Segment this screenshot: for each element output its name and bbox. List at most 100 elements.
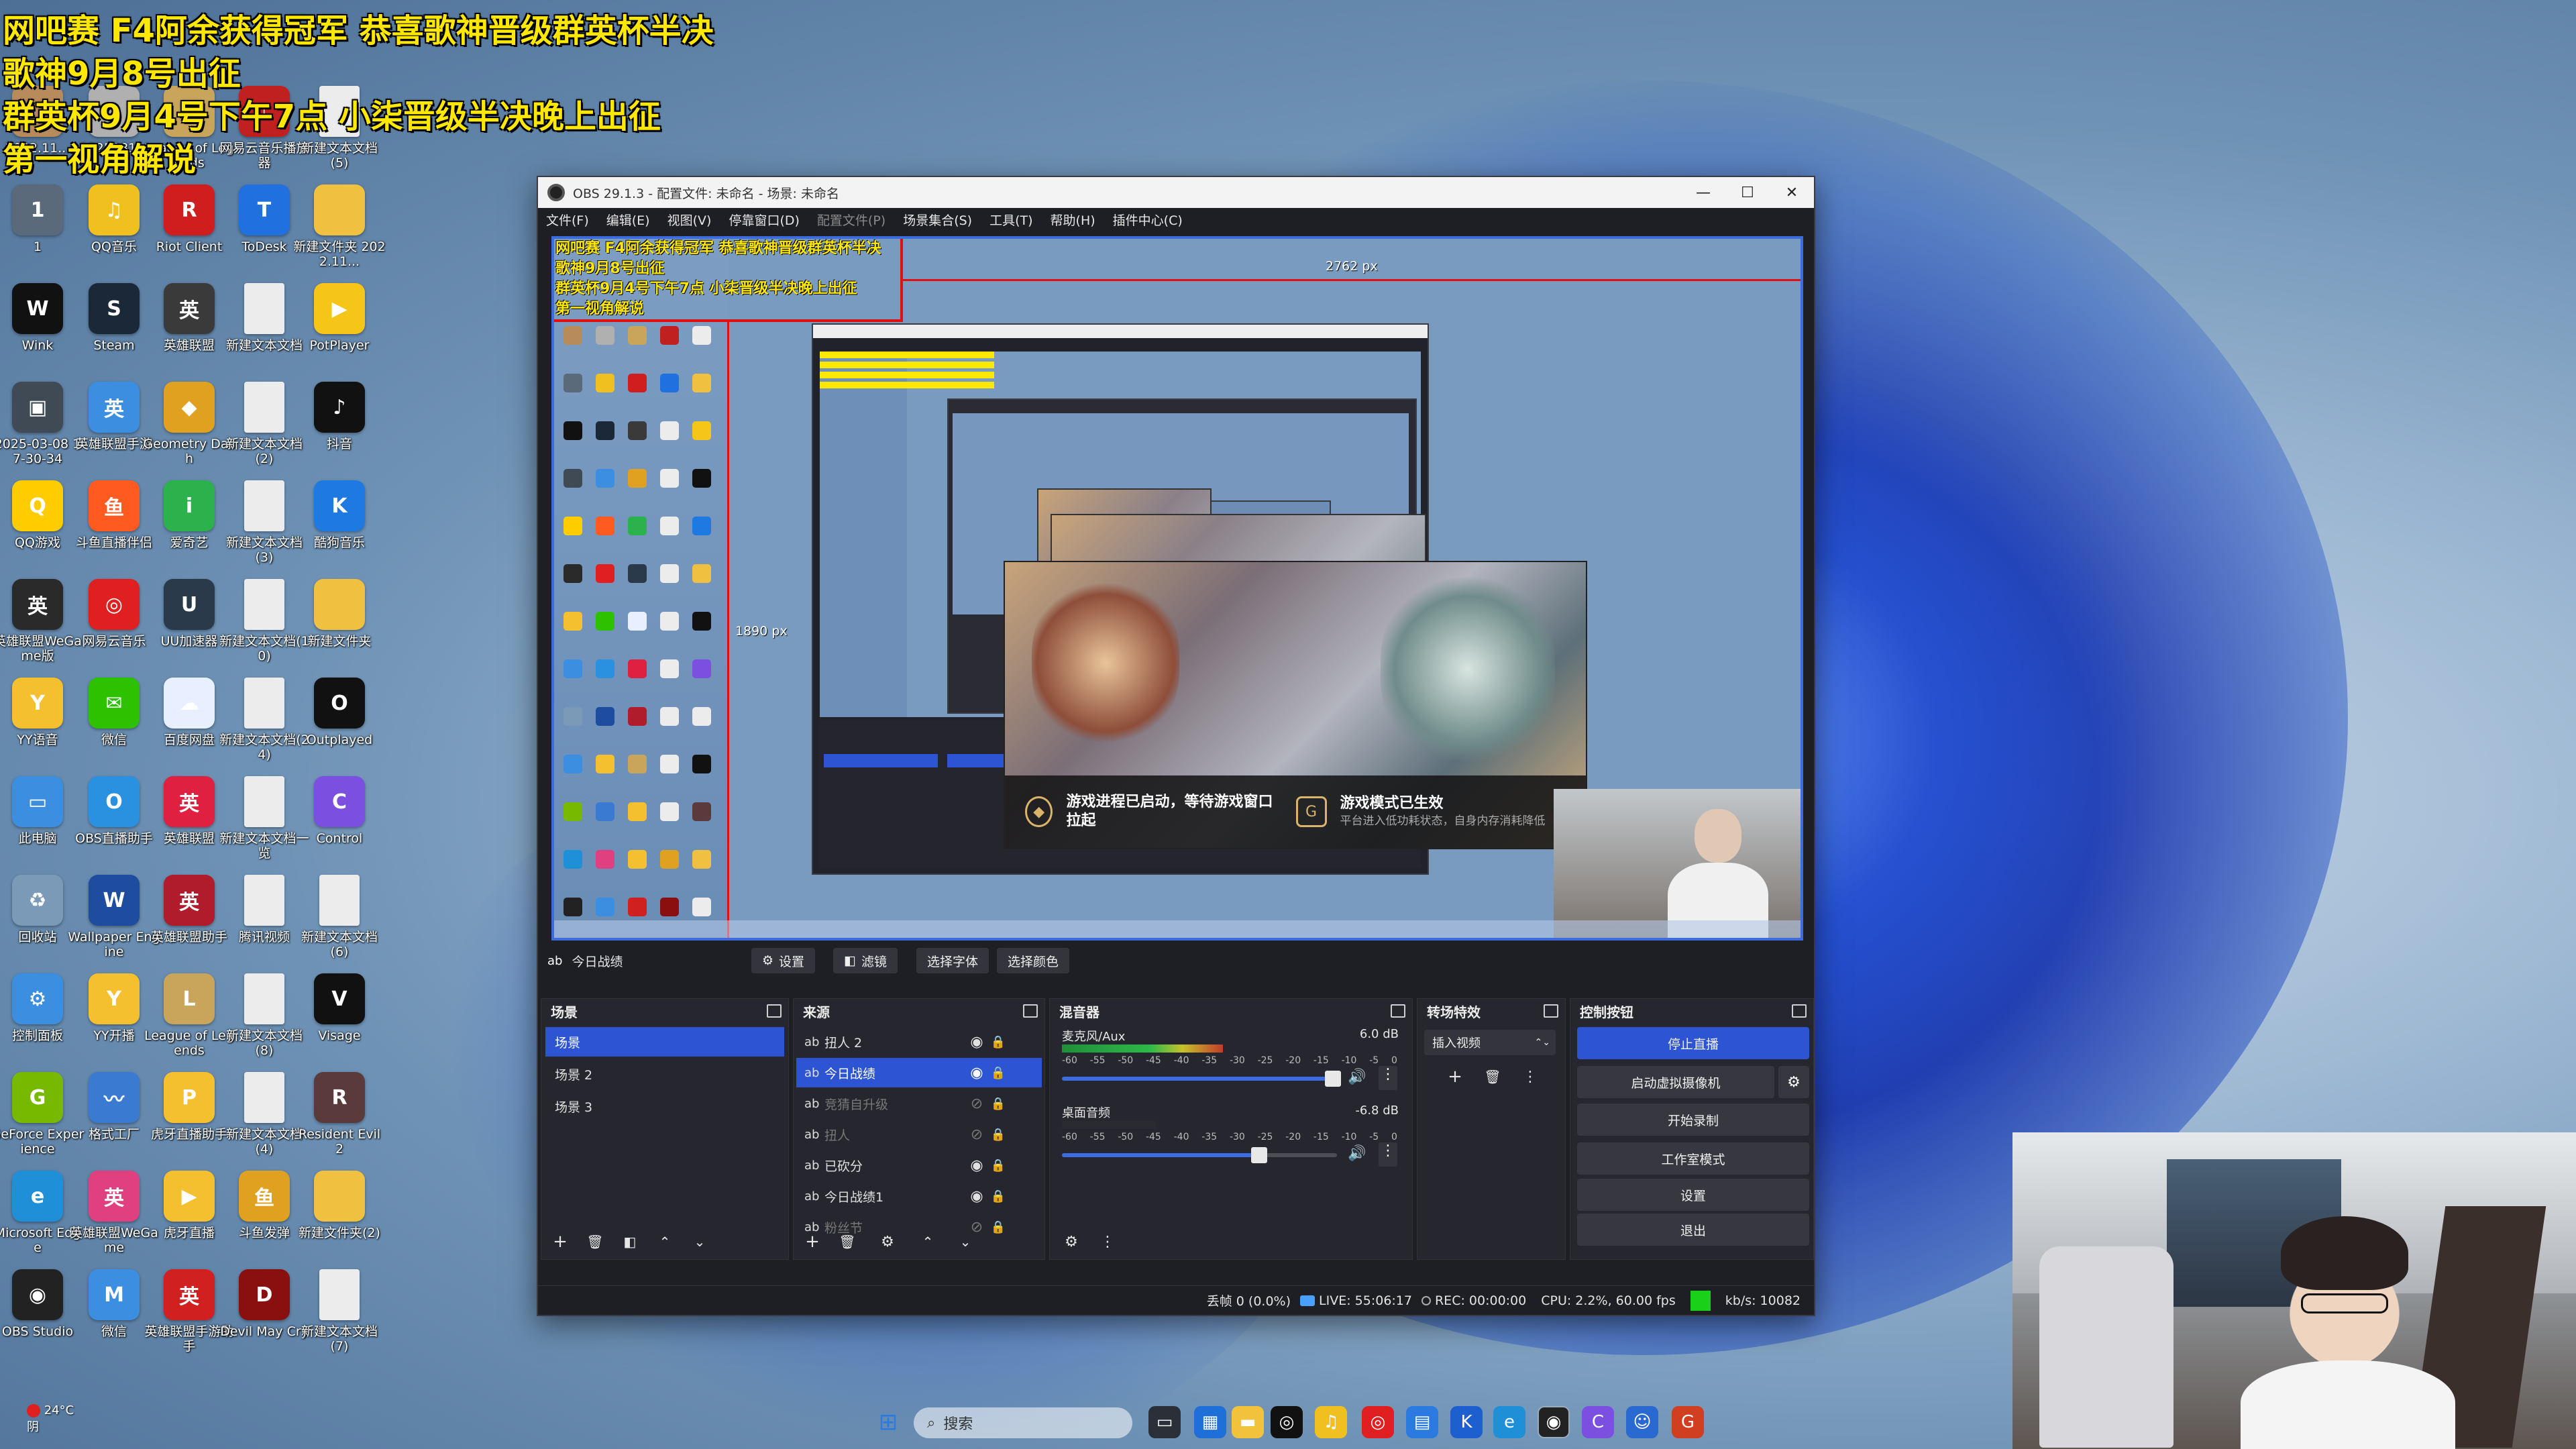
- task-view-icon[interactable]: ▭: [1148, 1406, 1181, 1438]
- select-color-button[interactable]: 选择颜色: [997, 948, 1070, 973]
- source-item[interactable]: ab 扭人 ⊘ 🔒: [796, 1120, 1042, 1149]
- desktop-icon[interactable]: 新建文件夹: [292, 579, 386, 673]
- source-item[interactable]: ab 竞猜自升级 ⊘ 🔒: [796, 1089, 1042, 1118]
- remove-scene-button[interactable]: 🗑: [582, 1228, 608, 1255]
- menu-item[interactable]: 配置文件(P): [817, 211, 885, 229]
- add-transition-button[interactable]: +: [1442, 1063, 1468, 1090]
- stop-streaming-button[interactable]: 停止直播: [1577, 1027, 1809, 1059]
- source-item[interactable]: ab 扭人 2 ◉ 🔒: [796, 1027, 1042, 1057]
- move-source-down-button[interactable]: ⌄: [952, 1228, 979, 1255]
- exit-button[interactable]: 退出: [1577, 1214, 1809, 1246]
- menu-item[interactable]: 工具(T): [989, 211, 1032, 229]
- edge-icon[interactable]: e: [1493, 1406, 1525, 1438]
- hidden-eye-icon[interactable]: ⊘: [965, 1126, 988, 1143]
- desktop-icon[interactable]: V Visage: [292, 973, 386, 1067]
- mic-volume-slider[interactable]: [1062, 1071, 1341, 1087]
- add-scene-button[interactable]: +: [547, 1228, 574, 1255]
- remove-source-button[interactable]: 🗑: [834, 1228, 861, 1255]
- kugou-icon[interactable]: K: [1450, 1406, 1483, 1438]
- desktop-icon[interactable]: ▶ PotPlayer: [292, 283, 386, 377]
- visibility-eye-icon[interactable]: ◉: [965, 1188, 988, 1205]
- desktop-slider-knob[interactable]: [1251, 1147, 1267, 1163]
- source-filters-button[interactable]: ◧ 滤镜: [833, 948, 898, 973]
- desktop-icon[interactable]: 新建文件夹(2): [292, 1171, 386, 1265]
- obs-taskbar-icon[interactable]: ◉: [1538, 1406, 1570, 1438]
- lock-icon[interactable]: 🔒: [988, 1097, 1008, 1111]
- scene-item[interactable]: 场景 3: [545, 1091, 784, 1121]
- dock-undock-icon[interactable]: [767, 1004, 782, 1018]
- maximize-button[interactable]: ☐: [1725, 177, 1770, 208]
- select-font-button[interactable]: 选择字体: [916, 948, 989, 973]
- studio-mode-button[interactable]: 工作室模式: [1577, 1142, 1809, 1175]
- desktop-icon[interactable]: ♪ 抖音: [292, 382, 386, 476]
- qq-music-icon[interactable]: ♫: [1315, 1406, 1347, 1438]
- menu-item[interactable]: 编辑(E): [606, 211, 650, 229]
- desktop-volume-slider[interactable]: [1062, 1147, 1337, 1163]
- visibility-eye-icon[interactable]: ◉: [965, 1065, 988, 1081]
- start-recording-button[interactable]: 开始录制: [1577, 1104, 1809, 1136]
- notes-icon[interactable]: ▤: [1406, 1406, 1438, 1438]
- dock-undock-icon[interactable]: [1023, 1004, 1038, 1018]
- close-button[interactable]: ✕: [1770, 177, 1814, 208]
- mic-speaker-icon[interactable]: 🔊: [1348, 1069, 1366, 1085]
- obs-titlebar[interactable]: OBS 29.1.3 - 配置文件: 未命名 - 场景: 未命名 — ☐ ✕: [538, 177, 1814, 208]
- desktop-icon[interactable]: K 酷狗音乐: [292, 480, 386, 574]
- move-source-up-button[interactable]: ⌃: [914, 1228, 941, 1255]
- mic-slider-knob[interactable]: [1325, 1071, 1341, 1087]
- scene-item[interactable]: 场景 2: [545, 1059, 784, 1089]
- visibility-eye-icon[interactable]: ◉: [965, 1157, 988, 1174]
- yy-icon[interactable]: ◎: [1271, 1406, 1303, 1438]
- virtual-camera-settings-button[interactable]: ⚙: [1778, 1066, 1809, 1098]
- desktop-menu-button[interactable]: ⋮: [1379, 1142, 1397, 1167]
- dock-undock-icon[interactable]: [1544, 1004, 1558, 1018]
- minimize-button[interactable]: —: [1681, 177, 1725, 208]
- source-item[interactable]: ab 已砍分 ◉ 🔒: [796, 1150, 1042, 1180]
- move-scene-up-button[interactable]: ⌃: [651, 1228, 678, 1255]
- hidden-eye-icon[interactable]: ⊘: [965, 1095, 988, 1112]
- desktop-icon[interactable]: R Resident Evil 2: [292, 1072, 386, 1166]
- start-menu-icon[interactable]: ⊞: [872, 1406, 904, 1438]
- discord-icon[interactable]: ☺: [1626, 1406, 1658, 1438]
- lock-icon[interactable]: 🔒: [988, 1066, 1008, 1080]
- source-properties-button[interactable]: ⚙: [874, 1228, 901, 1255]
- desktop-icon[interactable]: 新建文件夹 2022.11...: [292, 184, 386, 278]
- desktop-icon[interactable]: 新建文本文档(6): [292, 875, 386, 969]
- desktop-icon[interactable]: 新建文本文档(7): [292, 1269, 386, 1363]
- netease-music-icon[interactable]: ◎: [1362, 1406, 1394, 1438]
- source-item[interactable]: ab 今日战绩1 ◉ 🔒: [796, 1181, 1042, 1211]
- control-icon[interactable]: C: [1582, 1406, 1614, 1438]
- lock-icon[interactable]: 🔒: [988, 1128, 1008, 1142]
- taskbar-search-box[interactable]: ⌕ 搜索: [914, 1407, 1132, 1438]
- desktop-icon[interactable]: C Control: [292, 776, 386, 870]
- remove-transition-button[interactable]: 🗑: [1479, 1063, 1506, 1090]
- menu-item[interactable]: 视图(V): [667, 211, 712, 229]
- widgets-icon[interactable]: ▦: [1194, 1406, 1226, 1438]
- scene-filters-button[interactable]: ◧: [616, 1228, 643, 1255]
- transition-select[interactable]: 插入视频 ⌃⌄: [1424, 1030, 1556, 1055]
- source-settings-button[interactable]: ⚙ 设置: [751, 948, 816, 973]
- file-explorer-icon[interactable]: ▬: [1232, 1406, 1264, 1438]
- mic-menu-button[interactable]: ⋮: [1379, 1066, 1397, 1090]
- menu-item[interactable]: 帮助(H): [1051, 211, 1095, 229]
- desktop-speaker-icon[interactable]: 🔊: [1348, 1145, 1366, 1162]
- dock-undock-icon[interactable]: [1792, 1004, 1807, 1018]
- start-virtual-camera-button[interactable]: 启动虚拟摄像机: [1577, 1066, 1774, 1098]
- obs-preview-canvas[interactable]: 网吧赛 F4阿余获得冠军 恭喜歌神晋级群英杯半决 歌神9月8号出征 群英杯9月4…: [551, 236, 1803, 941]
- lock-icon[interactable]: 🔒: [988, 1159, 1008, 1173]
- dock-undock-icon[interactable]: [1391, 1004, 1405, 1018]
- desktop-icon[interactable]: O Outplayed: [292, 678, 386, 771]
- menu-item[interactable]: 文件(F): [546, 211, 589, 229]
- settings-button[interactable]: 设置: [1577, 1179, 1809, 1211]
- advanced-audio-button[interactable]: ⚙: [1058, 1228, 1085, 1255]
- menu-item[interactable]: 插件中心(C): [1113, 211, 1183, 229]
- lock-icon[interactable]: 🔒: [988, 1189, 1008, 1203]
- scene-item[interactable]: 场景: [545, 1027, 784, 1057]
- add-source-button[interactable]: +: [799, 1228, 826, 1255]
- gaming-app-icon[interactable]: G: [1672, 1406, 1704, 1438]
- mixer-menu-button[interactable]: ⋮: [1094, 1228, 1121, 1255]
- menu-item[interactable]: 停靠窗口(D): [729, 211, 799, 229]
- transition-menu-button[interactable]: ⋮: [1517, 1063, 1544, 1090]
- source-item[interactable]: ab 今日战绩 ◉ 🔒: [796, 1058, 1042, 1087]
- lock-icon[interactable]: 🔒: [988, 1035, 1008, 1049]
- menu-item[interactable]: 场景集合(S): [903, 211, 972, 229]
